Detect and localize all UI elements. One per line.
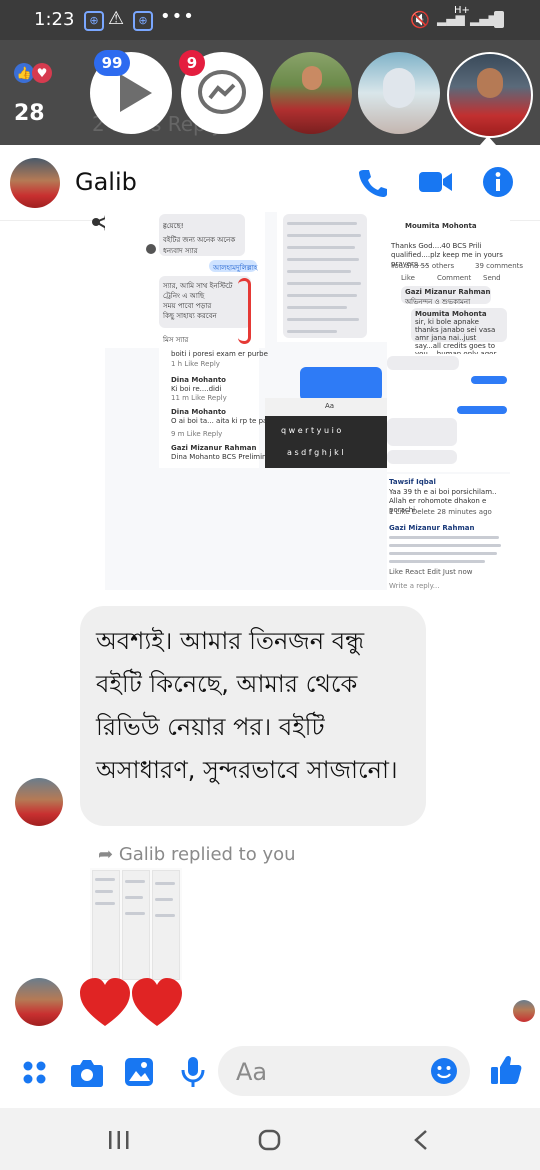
heart-icon [80,978,130,1026]
image-panel-post: Moumita Mohonta Thanks God....40 BCS Pri… [387,212,523,358]
image-text: 11 m Like Reply [171,394,227,402]
image-text: অভিনন্দন ও শুভকামনা [405,298,471,306]
image-text: Gazi Mizanur Rahman [171,444,257,452]
chat-heads-bar: 👍♥ 28 2 Likes Reply 99 9 [0,40,540,145]
image-panel-chat-right [387,354,510,472]
image-text: Tawsif Iqbal [389,478,436,486]
battery-icon [494,11,504,28]
image-text: Gazi Mizanur Rahman [389,524,475,532]
image-text: a s d f g h j k l [287,448,344,457]
image-text: Aa [325,402,335,410]
warning-icon: ⚠ [108,8,125,29]
contact-chat-head-2[interactable] [358,52,440,134]
image-text: Dina Mohanto [171,376,226,384]
reply-indicator: ➦ Galib replied to you [98,844,296,865]
image-blue-bubble [300,367,382,401]
image-text: boiti i poresi exam er purbe [171,350,268,358]
image-text: You and 55 others [391,262,455,270]
contact-chat-head-galib[interactable] [447,52,533,138]
contact-chat-head-1[interactable] [270,52,352,134]
contact-avatar[interactable] [10,158,60,208]
image-text: Send [483,274,501,282]
seen-avatar [513,1000,535,1022]
video-call-icon[interactable] [418,168,454,196]
message-input[interactable]: Aa [218,1046,470,1096]
recent-apps-icon[interactable] [108,1130,130,1150]
image-text: Ki boi re....didi [171,385,222,393]
image-text: Dina Mohanto [171,408,226,416]
image-text: Like React Edit Just now [389,568,473,576]
message-text: অবশ্যই। আমার তিনজন বন্ধু বইটি কিনেছে, আম… [96,627,398,784]
image-text: 1 h Like Reply [171,360,220,368]
image-text: Write a reply... [389,582,440,590]
chat-header: Galib [0,146,540,221]
image-text: q w e r t y u i o [281,426,342,435]
active-pointer [480,136,496,145]
image-text: Like [401,274,415,282]
image-avatar [146,244,156,254]
shared-screenshot-image[interactable]: हয়েছে! বইটির জন্য অনেক অনেক ধন্যবাদ স্য… [105,212,523,590]
image-text: Comment [437,274,472,282]
notification-icon: ⊕ [84,11,104,31]
contact-face [383,68,415,108]
message-input-placeholder: Aa [236,1058,268,1086]
microphone-icon[interactable] [180,1056,206,1088]
image-keyboard: q w e r t y u i o a s d f g h j k l [265,416,387,468]
reply-arrow-icon: ➦ [98,844,114,865]
image-panel-middle [277,212,387,342]
back-icon[interactable] [412,1129,430,1151]
voice-call-icon[interactable] [356,166,388,198]
status-bar: 1:23 ⊕ ⚠ ⊕ ••• 🔇 ▂▄▆ H+ ▂▄▆ [0,0,540,40]
image-text: আলহামদুলিল্লাহ [213,264,258,272]
image-text: Moumita Mohonta [415,310,487,318]
image-text: 39 comments [475,262,524,270]
gallery-icon[interactable] [124,1057,154,1087]
mute-icon: 🔇 [410,10,430,29]
camera-icon[interactable] [70,1058,104,1088]
image-panel-replies: Tawsif Iqbal Yaa 39 th e ai boi porsichi… [387,474,510,590]
like-thumb-icon[interactable] [490,1054,522,1086]
more-apps-icon[interactable] [22,1060,48,1086]
sender-avatar-2[interactable] [15,978,63,1026]
contact-face [302,66,322,90]
image-text: ধন্যবাদ স্যার [163,247,198,255]
replied-image-thumbnail[interactable] [90,868,182,980]
image-text: sir, ki bole apnake thanks janabo sei va… [415,318,496,358]
emoji-icon[interactable] [430,1057,458,1085]
image-text: हয়েছে! [163,222,184,230]
image-panel-comments: boiti i poresi exam er purbe 1 h Like Re… [159,348,309,468]
image-text: Gazi Mizanur Rahman [405,288,491,296]
reply-indicator-text: Galib replied to you [118,844,296,865]
messenger-badge: 9 [179,50,205,76]
status-time: 1:23 [34,9,75,30]
message-composer: Aa [0,1034,540,1108]
contact-name[interactable]: Galib [75,168,137,196]
notification-icon-2: ⊕ [133,11,153,31]
sender-avatar[interactable] [15,778,63,826]
heart-emoji-message[interactable] [78,976,188,1030]
reaction-count: 28 [14,101,45,126]
contact-face [477,68,503,98]
image-text: কিছু সাহায্য করবেন [163,312,217,320]
info-icon[interactable] [482,166,514,198]
image-text: 9 m Like Reply [171,430,223,438]
love-reaction-icon: ♥ [32,63,52,83]
more-notifications-icon: ••• [160,6,195,27]
reactions-summary: 👍 ♥ [14,62,52,83]
video-badge: 99 [94,50,130,76]
network-type: H+ [454,5,470,16]
message-bubble[interactable]: অবশ্যই। আমার তিনজন বন্ধু বইটি কিনেছে, আম… [80,606,426,826]
like-reaction-icon: 👍 [14,63,34,83]
home-icon[interactable] [258,1129,282,1151]
image-chat-input: Aa [265,398,387,416]
image-panel-chat: हয়েছে! বইটির জন্য অনেক অনেক ধন্যবাদ স্য… [105,212,265,348]
image-text: মিস স্যার [163,336,189,344]
android-navigation-bar [0,1108,540,1170]
image-text: 1 Like Delete 28 minutes ago [389,508,492,516]
heart-icon [132,978,182,1026]
image-text: Moumita Mohonta [405,222,477,230]
